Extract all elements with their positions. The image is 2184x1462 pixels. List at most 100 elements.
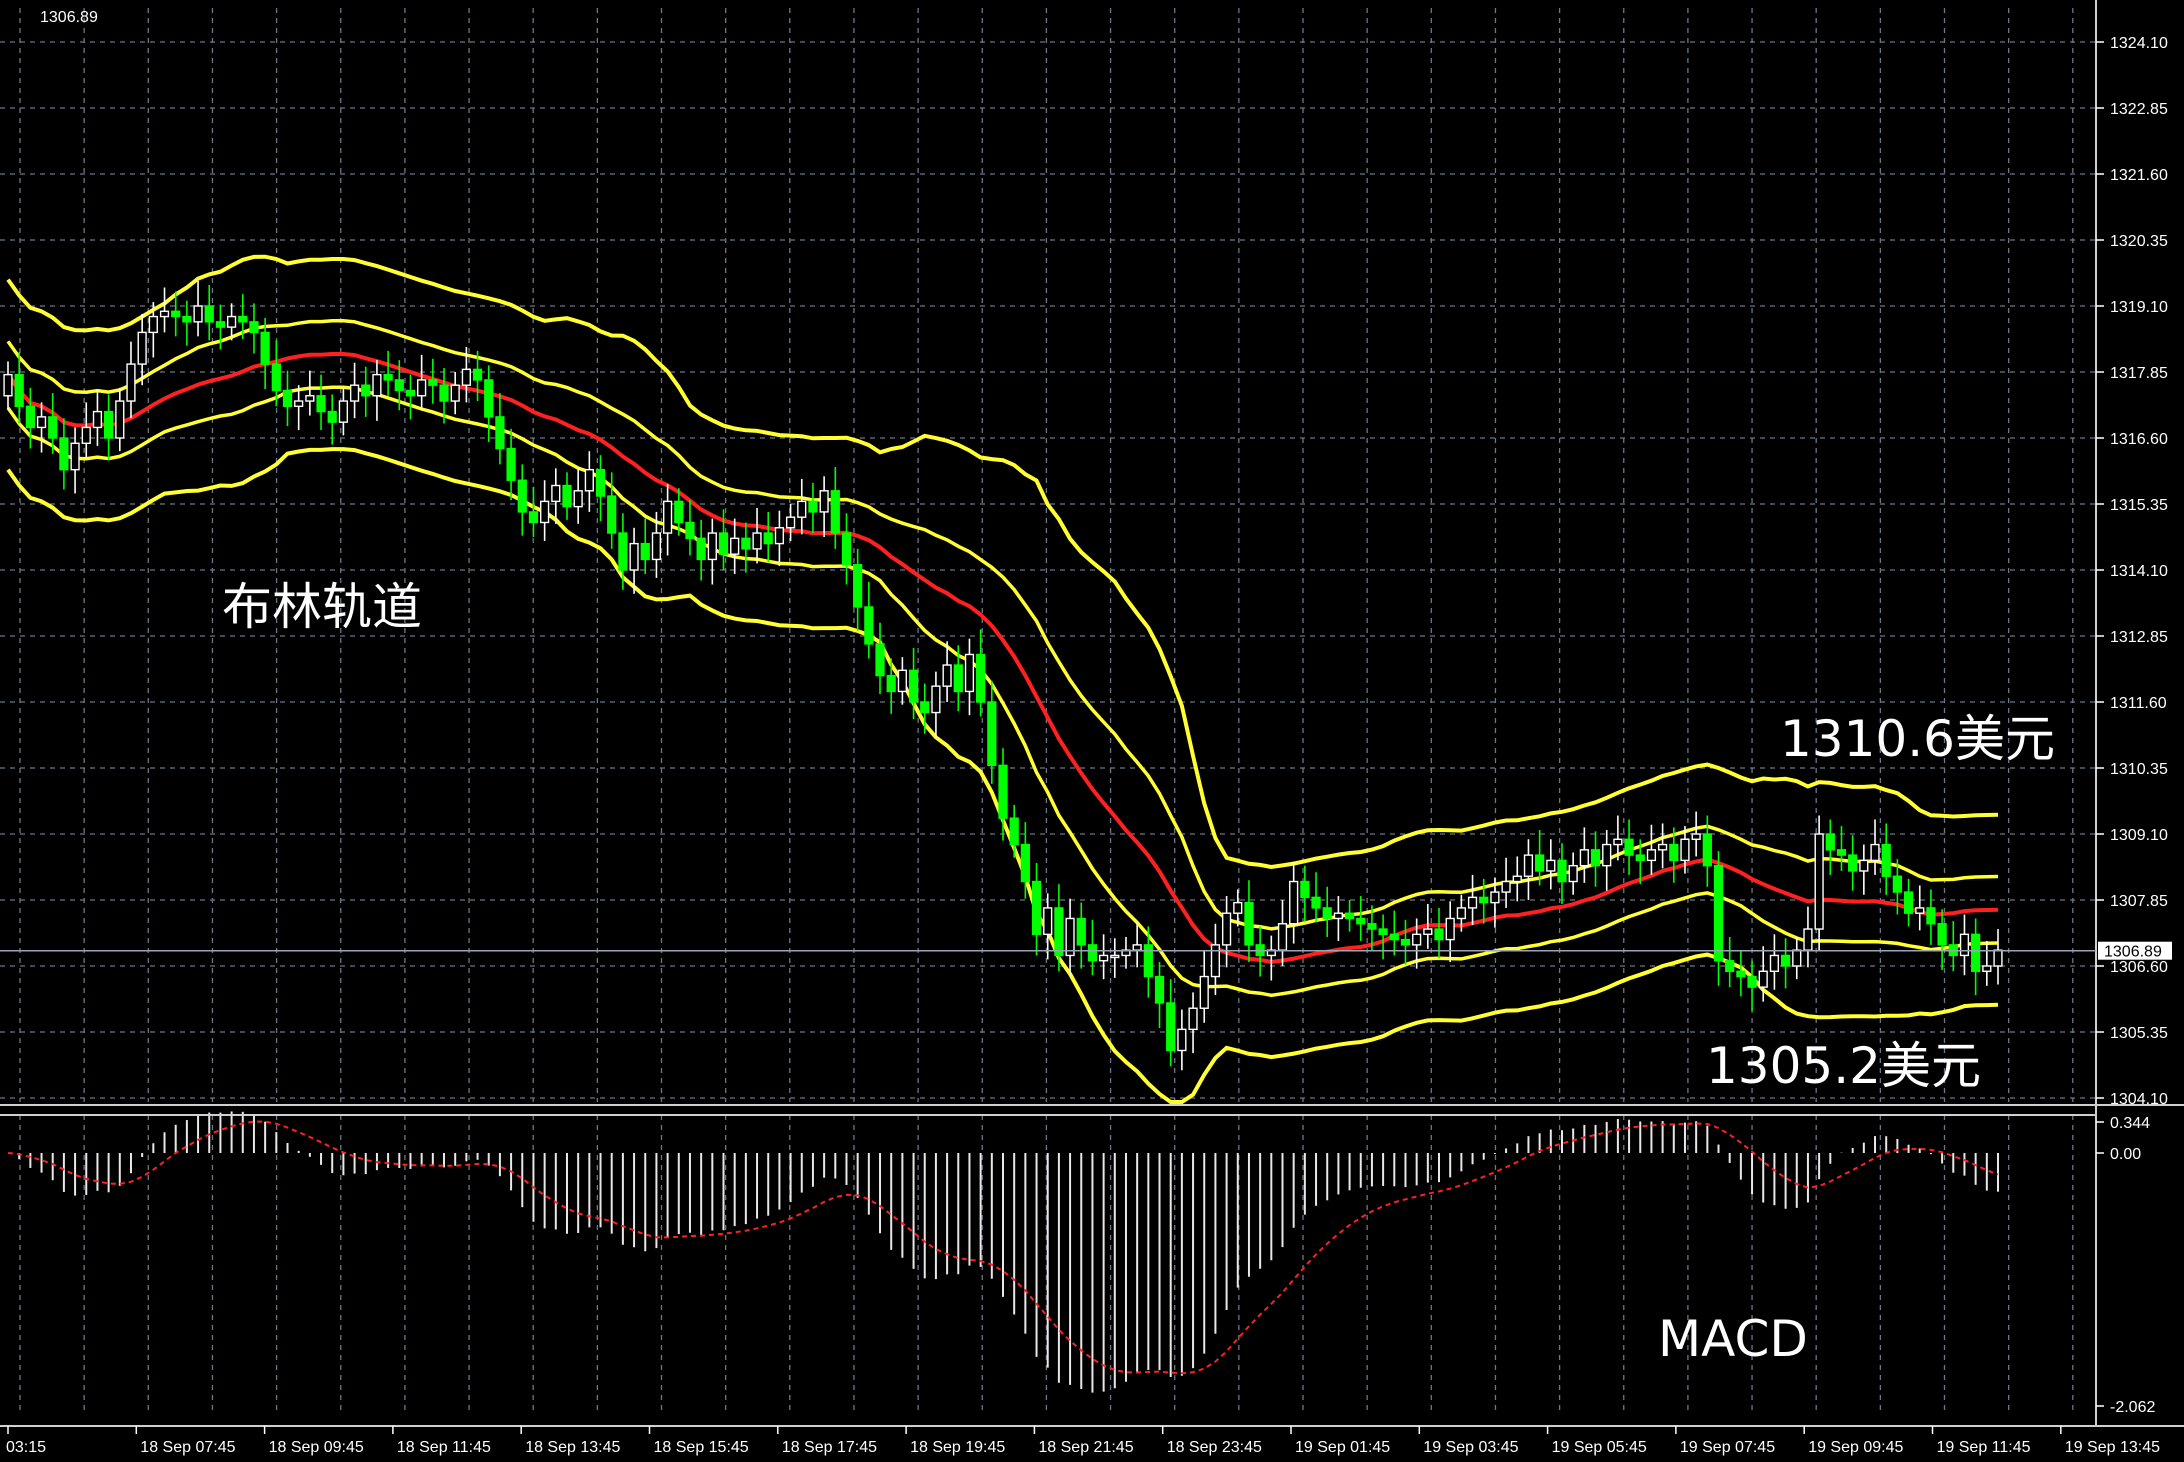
candle-body (1881, 843, 1891, 877)
candle-body (1993, 949, 2003, 967)
candle-body (1210, 944, 1221, 978)
candle-body (1546, 859, 1556, 872)
candle-body (338, 400, 349, 423)
candle-body (1635, 854, 1645, 862)
candle-body (1300, 880, 1310, 899)
candle-body (137, 331, 147, 365)
candle-body (1054, 907, 1064, 957)
candle-body (417, 379, 427, 397)
candle-body (540, 500, 550, 524)
candle-body (942, 664, 952, 687)
time-tick-label: 19 Sep 05:45 (1552, 1439, 1647, 1456)
candle-body (59, 437, 69, 471)
candle-body (1915, 907, 1925, 914)
candle-body (1009, 817, 1019, 846)
candle-body (607, 495, 617, 534)
candle-body (897, 669, 907, 693)
candle-body (1087, 944, 1098, 962)
candle-body (1490, 891, 1500, 904)
candle-body (1367, 923, 1377, 930)
candle-body (461, 368, 471, 386)
price-tick-label: 1315.35 (2110, 497, 2168, 514)
candle-body (774, 527, 785, 545)
candle-body (808, 500, 818, 513)
candle-body (1311, 896, 1321, 909)
candle-body (171, 310, 181, 318)
candle-body (629, 542, 639, 571)
price-tick-label: 1311.60 (2110, 695, 2167, 712)
candle-body (81, 426, 91, 444)
candle-body (1725, 960, 1735, 972)
candle-body (428, 379, 438, 386)
candle-body (1646, 849, 1657, 862)
candle-body (226, 315, 237, 328)
candle-body (595, 468, 606, 497)
candle-body (1568, 864, 1578, 883)
candle-body (1076, 917, 1086, 946)
price-tick-label: 1309.10 (2110, 827, 2168, 844)
candle-body (1657, 843, 1668, 851)
price-tick-label: 1305.35 (2110, 1025, 2168, 1042)
candle-body (1233, 901, 1243, 914)
time-tick-label: 18 Sep 09:45 (269, 1439, 364, 1456)
candle-body (551, 484, 561, 503)
candle-body (1557, 859, 1567, 883)
price-tick-label: 1319.10 (2110, 299, 2168, 316)
candle-body (1020, 843, 1030, 883)
candle-body (976, 653, 986, 703)
candle-body (1031, 880, 1042, 936)
candle-body (931, 685, 941, 714)
candle-body (584, 468, 594, 492)
candle-body (1333, 912, 1344, 920)
time-tick-label: 19 Sep 07:45 (1680, 1439, 1775, 1456)
time-tick-label: 18 Sep 17:45 (782, 1439, 877, 1456)
candle-body (573, 490, 583, 508)
candle-body (1501, 880, 1511, 893)
candle-body (1400, 938, 1411, 946)
candle-body (953, 664, 963, 693)
candle-body (752, 532, 762, 550)
candle-body (193, 305, 203, 323)
price-tick-label: 1317.85 (2110, 365, 2168, 382)
time-tick-label: 19 Sep 09:45 (1808, 1439, 1903, 1456)
candle-body (327, 410, 337, 423)
candle-body (797, 500, 807, 518)
candle-body (987, 701, 997, 767)
candle-body (1434, 928, 1444, 941)
candle-body (1758, 970, 1768, 988)
candle-body (908, 669, 919, 703)
candle-body (372, 373, 382, 397)
price-tick-label: 1324.10 (2110, 35, 2168, 52)
candle-body (1043, 907, 1053, 936)
candle-body (1512, 875, 1522, 883)
candle-body (1691, 833, 1701, 840)
price-tick-label: 1306.60 (2110, 959, 2168, 976)
candle-body (1747, 975, 1757, 988)
candle-body (696, 537, 706, 561)
candle-body (1590, 849, 1601, 867)
candle-body (361, 384, 371, 397)
time-tick-label: 19 Sep 11:45 (1937, 1439, 2031, 1456)
candle-body (25, 405, 35, 429)
candle-body (405, 389, 416, 397)
candle-body (674, 500, 684, 524)
candle-body (48, 416, 58, 439)
candle-body (1244, 901, 1254, 946)
candle-body (1065, 917, 1075, 957)
candle-body (763, 532, 773, 545)
candle-body (1099, 954, 1109, 962)
candle-body (260, 331, 270, 365)
candle-body (651, 532, 662, 561)
price-tick-label: 1322.85 (2110, 101, 2168, 118)
candle-body (1669, 843, 1679, 862)
candle-body (1959, 933, 1970, 957)
price-tick-label: 1310.35 (2110, 761, 2168, 778)
candle-body (1624, 838, 1634, 856)
candle-body (484, 379, 494, 418)
candle-body (1423, 928, 1433, 936)
candle-body (1132, 944, 1142, 951)
price-tick-label: 1316.60 (2110, 431, 2168, 448)
candle-body (1356, 917, 1366, 925)
candle-body (316, 395, 326, 413)
candle-body (305, 395, 315, 402)
